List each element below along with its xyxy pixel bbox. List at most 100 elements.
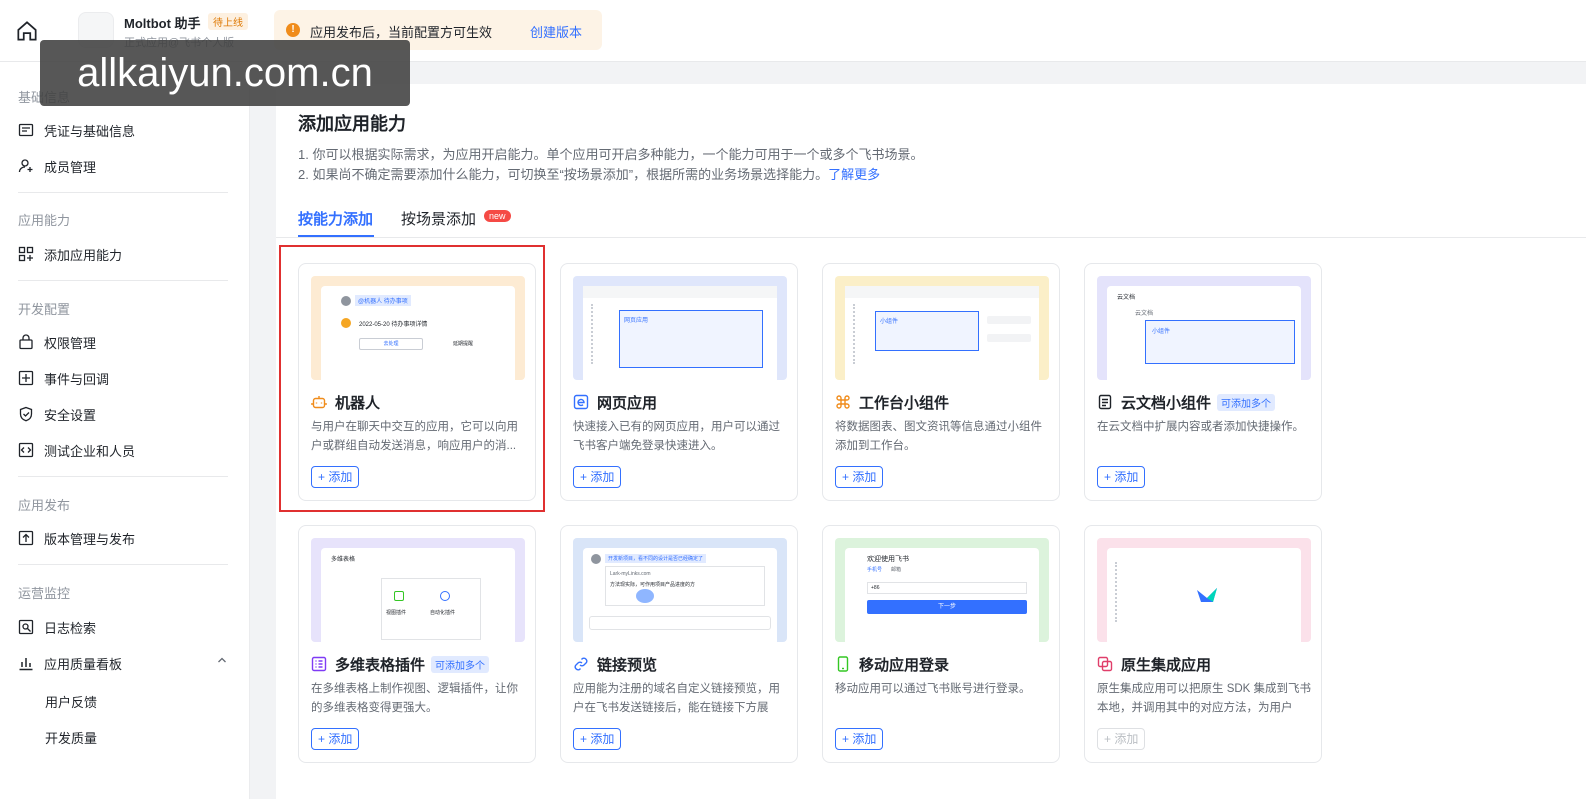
sidebar: 基础信息 凭证与基础信息 成员管理 应用能力 添加应用能力 开发配置 权限管理 … (0, 62, 250, 799)
robot-avatar (341, 318, 351, 328)
sidebar-item-label: 测试企业和人员 (44, 443, 136, 459)
card-description: 移动应用可以通过飞书账号进行登录。 (835, 683, 1031, 695)
sidebar-item-feedback[interactable]: 用户反馈 (45, 692, 97, 711)
card-thumbnail (1097, 538, 1311, 642)
sidebar-item-test-enterprise[interactable]: 测试企业和人员 (18, 437, 135, 463)
sidebar-item-events[interactable]: 事件与回调 (18, 365, 109, 391)
sidebar-item-security[interactable]: 安全设置 (18, 401, 96, 427)
credential-icon (18, 123, 34, 137)
sidebar-item-permissions[interactable]: 权限管理 (18, 329, 96, 355)
card-description: 在云文档中扩展内容或者添加快捷操作。 (1097, 421, 1304, 433)
card-description: 将数据图表、图文资讯等信息通过小组件添加到工作台。 (835, 421, 1042, 452)
plugin-panel: 视图插件 自动化插件 (381, 578, 481, 640)
doc-widget-frame: 小组件 (1145, 320, 1295, 364)
add-link-preview-button[interactable]: + 添加 (573, 728, 622, 750)
thumb-link-url: Lark-myLinks.com (610, 571, 651, 577)
apps-add-icon (18, 246, 34, 262)
chevron-up-icon[interactable] (216, 654, 228, 666)
thumbnail-preview: 云文档 云文档 小组件 (1107, 286, 1301, 380)
add-bitable-plugin-button[interactable]: + 添加 (311, 728, 360, 750)
tab-by-scene[interactable]: 按场景添加 (401, 208, 476, 229)
sidebar-item-members[interactable]: 成员管理 (18, 153, 96, 179)
feishu-logo-icon (1197, 588, 1217, 602)
card-thumbnail: 开发新项目，看不同的设计是否已经确定了 Lark-myLinks.com 方法现… (573, 538, 787, 642)
active-tab-indicator (298, 235, 374, 237)
thumbnail-preview: 欢迎使用飞书 手机号 邮箱 +86 下一步 (845, 548, 1039, 642)
capability-card-bitable-plugin[interactable]: 多维表格 视图插件 自动化插件 多维表格插件 可添加多个 在多维表格上制作视图、… (298, 525, 536, 763)
add-mobile-login-button[interactable]: + 添加 (835, 728, 884, 750)
sidebar-group-publish: 应用发布 (18, 498, 71, 513)
doc-icon (1098, 394, 1112, 410)
thumb-auto-plugin: 自动化插件 (430, 610, 456, 616)
shield-icon (19, 406, 33, 422)
message-input (589, 616, 771, 630)
new-badge: new (484, 210, 511, 222)
create-version-link[interactable]: 创建版本 (530, 22, 582, 41)
thumbnail-preview: 网页应用 (583, 286, 777, 380)
browser-bar (583, 286, 777, 298)
sidebar-item-add-capability[interactable]: 添加应用能力 (18, 241, 122, 267)
thumb-mobile-next: 下一步 (867, 600, 1027, 614)
bitable-icon (311, 656, 327, 672)
card-title: 机器人 (335, 395, 381, 412)
card-thumbnail: 云文档 云文档 小组件 (1097, 276, 1311, 380)
card-title: 工作台小组件 (859, 395, 950, 412)
thumb-widget-label: 小组件 (880, 319, 899, 325)
thumbnail-preview: @机器人 待办事项 2022-05-20 待办事项详情 去处理 延期提醒 (321, 286, 515, 380)
add-robot-button[interactable]: + 添加 (311, 466, 360, 488)
webapp-frame: 网页应用 (619, 310, 763, 368)
learn-more-link[interactable]: 了解更多 (828, 167, 880, 182)
card-title: 移动应用登录 (859, 657, 950, 674)
add-web-app-button[interactable]: + 添加 (573, 466, 622, 488)
divider (18, 280, 228, 281)
sidebar-item-label: 安全设置 (44, 407, 97, 423)
sidebar-group-dev: 开发配置 (18, 302, 71, 317)
sidebar-item-quality[interactable]: 应用质量看板 (18, 650, 122, 676)
sidebar-item-credentials[interactable]: 凭证与基础信息 (18, 117, 135, 143)
capability-card-native-app[interactable]: 原生集成应用 原生集成应用可以把原生 SDK 集成到飞书本地，并调用其中的对应方… (1084, 525, 1322, 763)
description-line-1: 1. 你可以根据实际需求，为应用开启能力。单个应用可开启多种能力，一个能力可用于… (298, 147, 924, 162)
side-rail (1115, 562, 1121, 622)
log-search-icon (18, 619, 34, 635)
thumb-mobile-code: +86 (871, 585, 880, 591)
side-rail (591, 304, 597, 364)
thumb-mobile-tab1: 手机号 (867, 567, 883, 573)
card-description: 原生集成应用可以把原生 SDK 集成到飞书本地，并调用其中的对应方法，为用户提.… (1097, 683, 1312, 714)
capability-card-doc-widget[interactable]: 云文档 云文档 小组件 云文档小组件 可添加多个 在云文档中扩展内容或者添加快捷… (1084, 263, 1322, 501)
capability-card-web-app[interactable]: 网页应用 网页应用 快速接入已有的网页应用，用户可以通过飞书客户端免登录快速进入… (560, 263, 798, 501)
tab-by-capability[interactable]: 按能力添加 (298, 208, 373, 229)
thumb-robot-delay: 延期提醒 (453, 341, 474, 347)
add-widget-button[interactable]: + 添加 (835, 466, 884, 488)
divider (18, 564, 228, 565)
preview-graphic (636, 589, 654, 603)
card-title: 网页应用 (597, 395, 658, 412)
card-description: 应用能为注册的域名自定义链接预览，用户在飞书发送链接后，能在链接下方展示... (573, 683, 780, 714)
thumb-doc-widget: 小组件 (1152, 329, 1171, 335)
browser-bar (845, 286, 1039, 298)
sidebar-item-version[interactable]: 版本管理与发布 (18, 525, 135, 551)
card-thumbnail: 多维表格 视图插件 自动化插件 (311, 538, 525, 642)
sidebar-item-label: 事件与回调 (44, 371, 110, 387)
card-thumbnail: @机器人 待办事项 2022-05-20 待办事项详情 去处理 延期提醒 (311, 276, 525, 380)
capability-card-link-preview[interactable]: 开发新项目，看不同的设计是否已经确定了 Lark-myLinks.com 方法现… (560, 525, 798, 763)
sidebar-group-ops: 运营监控 (18, 586, 71, 601)
home-icon[interactable] (14, 18, 40, 44)
sidebar-item-dev-quality[interactable]: 开发质量 (45, 728, 97, 747)
automation-plugin-icon (440, 591, 450, 601)
sidebar-group-capability: 应用能力 (18, 213, 71, 228)
thumbnail-preview (1107, 548, 1301, 642)
capability-card-widget[interactable]: 小组件 工作台小组件 将数据图表、图文资讯等信息通过小组件添加到工作台。 + 添… (822, 263, 1060, 501)
widget-icon (836, 395, 850, 409)
capability-card-robot[interactable]: @机器人 待办事项 2022-05-20 待办事项详情 去处理 延期提醒 机器人… (298, 263, 536, 501)
card-title: 多维表格插件 (335, 657, 426, 674)
thumb-robot-tag: @机器人 待办事项 (355, 295, 411, 306)
card-title: 原生集成应用 (1121, 657, 1212, 674)
code-icon (18, 442, 34, 458)
card-description: 与用户在聊天中交互的应用，它可以向用户或群组自动发送消息，响应用户的消... (311, 421, 518, 452)
thumb-bitable-head: 多维表格 (331, 557, 356, 563)
capability-card-mobile-login[interactable]: 欢迎使用飞书 手机号 邮箱 +86 下一步 移动应用登录 移动应用可以通过飞书账… (822, 525, 1060, 763)
divider (18, 192, 228, 193)
sidebar-item-logs[interactable]: 日志检索 (18, 614, 96, 640)
add-doc-widget-button[interactable]: + 添加 (1097, 466, 1146, 488)
placeholder-line (987, 316, 1031, 324)
